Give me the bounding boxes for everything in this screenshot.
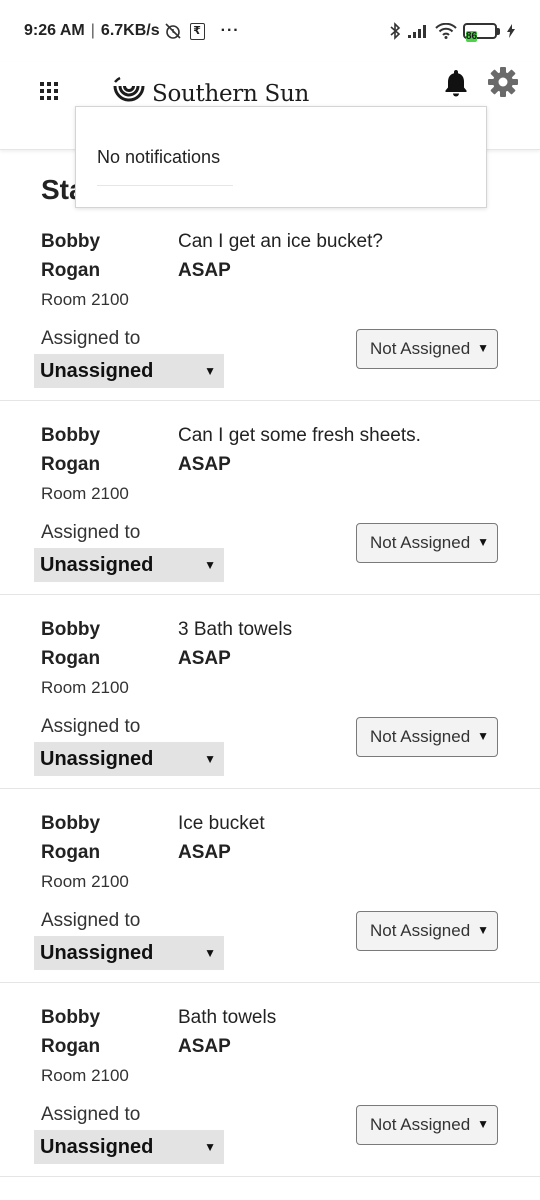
wifi-icon	[435, 23, 457, 39]
status-value: Not Assigned	[370, 921, 471, 940]
assigned-to-label: Assigned to	[41, 716, 141, 737]
guest-room: Room 2100	[41, 872, 129, 891]
caret-down-icon: ▼	[477, 535, 489, 549]
battery-level: 86	[466, 31, 478, 42]
request-card: Bobby Rogan Room 2100 3 Bath towels ASAP…	[0, 595, 540, 789]
status-select[interactable]: Not Assigned ▼	[356, 329, 498, 369]
more-dots-icon: ···	[220, 22, 240, 39]
notifications-empty-message: No notifications	[97, 147, 221, 167]
status-value: Not Assigned	[370, 533, 471, 552]
status-select[interactable]: Not Assigned ▼	[356, 717, 498, 757]
guest-first-name: Bobby	[41, 813, 101, 834]
guest-first-name: Bobby	[41, 425, 101, 446]
gear-icon[interactable]	[487, 66, 519, 103]
request-card: Bobby Rogan Room 2100 Ice bucket ASAP As…	[0, 789, 540, 983]
status-network-speed: 6.7KB/s	[100, 22, 160, 39]
guest-last-name: Rogan	[41, 1036, 101, 1057]
caret-down-icon: ▼	[204, 1140, 216, 1154]
caret-down-icon: ▼	[477, 1117, 489, 1131]
status-bar-right: 86	[389, 22, 516, 42]
status-value: Not Assigned	[370, 1115, 471, 1134]
guest-first-name: Bobby	[41, 619, 101, 640]
assignee-select[interactable]: Unassigned ▼	[34, 1130, 224, 1164]
guest-last-name: Rogan	[41, 648, 101, 669]
status-time: 9:26 AM	[24, 22, 85, 39]
assigned-to-label: Assigned to	[41, 522, 141, 543]
caret-down-icon: ▼	[477, 341, 489, 355]
guest-room: Room 2100	[41, 1066, 129, 1085]
request-card: Bobby Rogan Room 2100 Bath towels ASAP A…	[0, 983, 540, 1177]
caret-down-icon: ▼	[477, 729, 489, 743]
assignee-value: Unassigned	[40, 941, 154, 964]
assignee-select[interactable]: Unassigned ▼	[34, 742, 224, 776]
guest-last-name: Rogan	[41, 260, 101, 281]
request-priority: ASAP	[178, 1036, 231, 1057]
caret-down-icon: ▼	[204, 946, 216, 960]
guest-room: Room 2100	[41, 290, 129, 309]
assignee-select[interactable]: Unassigned ▼	[34, 936, 224, 970]
status-separator: |	[90, 22, 95, 39]
battery-icon: 86	[463, 23, 500, 42]
assignee-value: Unassigned	[40, 359, 154, 382]
signal-icon	[407, 23, 429, 39]
bell-icon[interactable]	[443, 68, 469, 103]
request-text: Ice bucket	[178, 813, 265, 834]
status-bar-left: 9:26 AM | 6.7KB/s ₹ ···	[24, 22, 240, 40]
assignee-value: Unassigned	[40, 553, 154, 576]
guest-first-name: Bobby	[41, 231, 101, 252]
notifications-dropdown: No notifications	[75, 106, 487, 208]
request-text: 3 Bath towels	[178, 619, 293, 640]
guest-first-name: Bobby	[41, 1007, 101, 1028]
assigned-to-label: Assigned to	[41, 910, 141, 931]
caret-down-icon: ▼	[204, 558, 216, 572]
guest-room: Room 2100	[41, 678, 129, 697]
request-card: Bobby Rogan Room 2100 Can I get some fre…	[0, 401, 540, 595]
alarm-off-icon	[164, 22, 182, 40]
bluetooth-icon	[389, 22, 401, 40]
guest-room: Room 2100	[41, 484, 129, 503]
brand-name: Southern Sun	[152, 80, 309, 107]
status-select[interactable]: Not Assigned ▼	[356, 1105, 498, 1145]
caret-down-icon: ▼	[204, 752, 216, 766]
assigned-to-label: Assigned to	[41, 1104, 141, 1125]
assignee-value: Unassigned	[40, 747, 154, 770]
request-priority: ASAP	[178, 842, 231, 863]
request-card: Bobby Rogan Room 2100 Can I get an ice b…	[0, 207, 540, 401]
caret-down-icon: ▼	[204, 364, 216, 378]
assigned-to-label: Assigned to	[41, 328, 141, 349]
guest-last-name: Rogan	[41, 454, 101, 475]
assignee-select[interactable]: Unassigned ▼	[34, 354, 224, 388]
status-value: Not Assigned	[370, 339, 471, 358]
request-text: Can I get some fresh sheets.	[178, 425, 421, 446]
caret-down-icon: ▼	[477, 923, 489, 937]
status-select[interactable]: Not Assigned ▼	[356, 523, 498, 563]
status-bar: 9:26 AM | 6.7KB/s ₹ ··· 86	[0, 0, 540, 62]
charging-icon	[506, 23, 516, 39]
status-select[interactable]: Not Assigned ▼	[356, 911, 498, 951]
guest-last-name: Rogan	[41, 842, 101, 863]
assignee-value: Unassigned	[40, 1135, 154, 1158]
request-priority: ASAP	[178, 454, 231, 475]
rupee-icon: ₹	[189, 22, 205, 40]
grid-menu-icon[interactable]	[40, 82, 60, 102]
notifications-divider	[97, 185, 233, 186]
request-priority: ASAP	[178, 648, 231, 669]
request-text: Bath towels	[178, 1007, 277, 1028]
assignee-select[interactable]: Unassigned ▼	[34, 548, 224, 582]
request-priority: ASAP	[178, 260, 231, 281]
status-value: Not Assigned	[370, 727, 471, 746]
request-text: Can I get an ice bucket?	[178, 231, 383, 252]
